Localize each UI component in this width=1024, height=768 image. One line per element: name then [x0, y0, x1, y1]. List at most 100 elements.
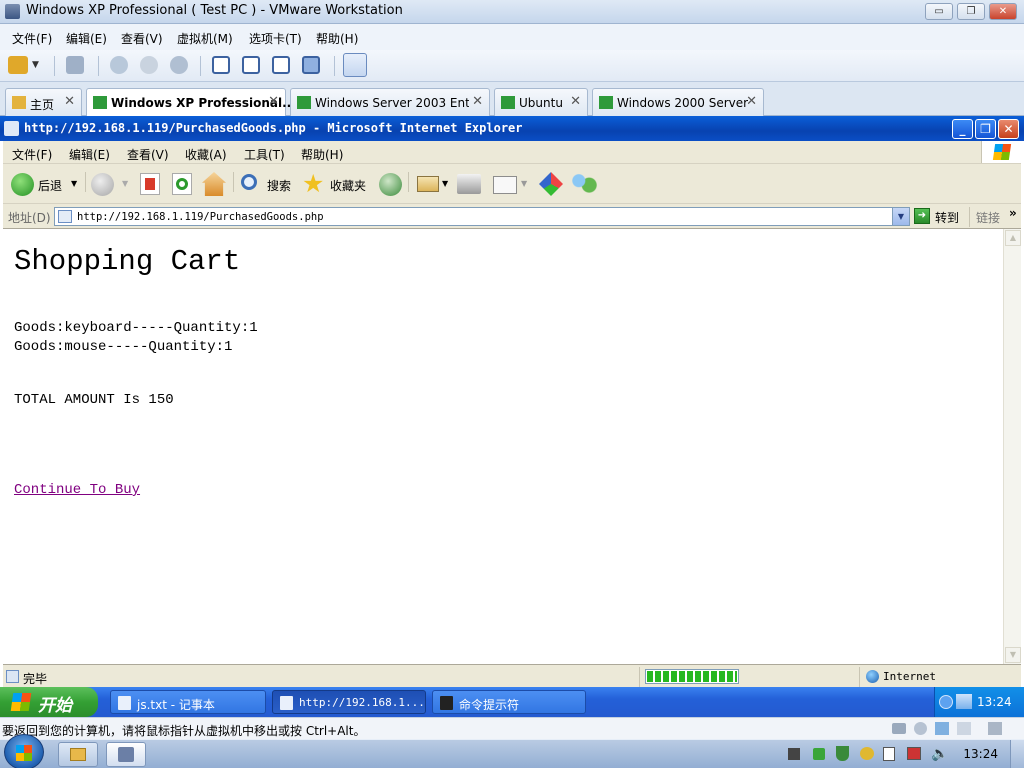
ie-menu-tools[interactable]: 工具(T) — [244, 146, 285, 163]
security-shield-icon[interactable] — [836, 746, 849, 761]
back-dropdown-icon[interactable]: ▼ — [71, 179, 77, 188]
menu-vm[interactable]: 虚拟机(M) — [177, 30, 233, 47]
vmware-title-bar: Windows XP Professional ( Test PC ) - VM… — [0, 0, 1024, 24]
tab-label: 主页 — [30, 98, 55, 112]
close-tab-icon[interactable]: ✕ — [570, 94, 581, 109]
close-tab-icon[interactable]: ✕ — [64, 94, 75, 109]
unity-icon[interactable] — [302, 56, 320, 74]
quick-switch-icon[interactable] — [242, 56, 260, 74]
messenger-icon[interactable] — [571, 173, 597, 195]
start-button[interactable]: 开始 — [0, 687, 98, 717]
ie-menu-favorites[interactable]: 收藏(A) — [185, 146, 227, 163]
update-icon[interactable] — [860, 747, 874, 760]
pause-icon[interactable] — [8, 56, 28, 74]
host-start-orb[interactable] — [4, 734, 44, 768]
continue-to-buy-link[interactable]: Continue To Buy — [14, 482, 140, 498]
mail-dropdown-icon[interactable]: ▼ — [442, 179, 448, 188]
chevron-down-icon[interactable]: ▼ — [32, 60, 39, 70]
message-log-icon[interactable] — [988, 722, 1002, 735]
search-icon[interactable] — [241, 174, 257, 190]
show-desktop-button[interactable] — [1010, 740, 1024, 768]
ie-menu-view[interactable]: 查看(V) — [127, 146, 169, 163]
ie-restore-button[interactable]: ❐ — [975, 119, 996, 139]
edit-icon[interactable] — [493, 176, 517, 194]
status-separator — [639, 667, 640, 687]
forward-dropdown-icon[interactable]: ▼ — [122, 179, 128, 188]
ie-menu-file[interactable]: 文件(F) — [12, 146, 52, 163]
task-notepad[interactable]: js.txt - 记事本 — [110, 690, 266, 714]
go-button[interactable]: 转到 — [935, 209, 959, 226]
maximize-button[interactable]: ❐ — [957, 3, 985, 20]
back-button-label[interactable]: 后退 — [38, 177, 62, 194]
stop-icon[interactable] — [140, 173, 160, 195]
forward-icon[interactable] — [91, 173, 114, 196]
network-adapter-icon[interactable] — [935, 722, 949, 735]
ie-menu-help[interactable]: 帮助(H) — [301, 146, 343, 163]
volume-icon[interactable]: 🔈 — [931, 746, 948, 762]
console-view-icon[interactable] — [343, 53, 367, 77]
menu-view[interactable]: 查看(V) — [121, 30, 163, 47]
usb-icon[interactable] — [957, 722, 971, 735]
print-icon[interactable] — [457, 174, 481, 194]
tab-windows-server-2003[interactable]: Windows Server 2003 Enterpr... ✕ — [290, 88, 490, 116]
ie-menu-edit[interactable]: 编辑(E) — [69, 146, 110, 163]
ie-close-button[interactable]: ✕ — [998, 119, 1019, 139]
tab-windows-2000[interactable]: Windows 2000 Server ✕ — [592, 88, 764, 116]
menu-edit[interactable]: 编辑(E) — [66, 30, 107, 47]
scroll-down-icon[interactable]: ▼ — [1005, 647, 1021, 663]
address-dropdown-icon[interactable]: ▼ — [892, 208, 909, 225]
app-tray-icon[interactable] — [813, 748, 825, 760]
edit-dropdown-icon[interactable]: ▼ — [521, 179, 527, 188]
vmware-taskbar-button[interactable] — [106, 742, 146, 767]
discuss-icon[interactable] — [539, 172, 563, 196]
history-icon[interactable] — [379, 173, 402, 196]
task-label: js.txt - 记事本 — [137, 698, 215, 712]
scroll-up-icon[interactable]: ▲ — [1005, 230, 1021, 246]
send-ctrl-alt-del-icon[interactable] — [66, 56, 84, 74]
address-input[interactable]: http://192.168.1.119/PurchasedGoods.php … — [54, 207, 910, 226]
toolbar-separator — [969, 207, 970, 227]
refresh-icon[interactable] — [172, 173, 192, 195]
page-status-icon — [6, 670, 19, 683]
full-screen-icon[interactable] — [272, 56, 290, 74]
network-icon[interactable] — [956, 694, 972, 709]
tray-expand-icon[interactable] — [939, 695, 953, 709]
cd-drive-icon[interactable] — [914, 722, 927, 735]
snapshot-icon[interactable] — [110, 56, 128, 74]
close-tab-icon[interactable]: ✕ — [746, 94, 757, 109]
network-status-icon[interactable] — [907, 747, 921, 760]
snapshot-manager-icon[interactable] — [170, 56, 188, 74]
task-command-prompt[interactable]: 命令提示符 — [432, 690, 586, 714]
ie-minimize-button[interactable]: _ — [952, 119, 973, 139]
back-icon[interactable] — [11, 173, 34, 196]
hard-disk-icon[interactable] — [892, 723, 906, 734]
favorites-icon[interactable]: ★ — [302, 169, 324, 199]
windows-flag-icon — [10, 693, 32, 711]
vmware-toolbar: ▼ — [0, 50, 1024, 82]
links-button[interactable]: 链接 — [976, 209, 1000, 226]
menu-file[interactable]: 文件(F) — [12, 30, 52, 47]
media-icon[interactable] — [788, 748, 800, 760]
menu-tabs[interactable]: 选项卡(T) — [249, 30, 302, 47]
favorites-button-label[interactable]: 收藏夹 — [330, 177, 366, 194]
tab-windows-xp[interactable]: Windows XP Professional... ✕ — [86, 88, 296, 117]
search-button-label[interactable]: 搜索 — [267, 177, 291, 194]
show-sidebar-icon[interactable] — [212, 56, 230, 74]
close-button[interactable]: ✕ — [989, 3, 1017, 20]
chevron-right-icon[interactable]: » — [1009, 206, 1017, 220]
close-tab-icon[interactable]: ✕ — [268, 94, 279, 109]
mail-icon[interactable] — [417, 176, 439, 192]
minimize-button[interactable]: ▭ — [925, 3, 953, 20]
tab-ubuntu[interactable]: Ubuntu ✕ — [494, 88, 588, 116]
menu-help[interactable]: 帮助(H) — [316, 30, 358, 47]
vertical-scrollbar[interactable]: ▲ ▼ — [1003, 229, 1021, 664]
address-value[interactable]: http://192.168.1.119/PurchasedGoods.php — [77, 211, 324, 223]
revert-snapshot-icon[interactable] — [140, 56, 158, 74]
close-tab-icon[interactable]: ✕ — [472, 94, 483, 109]
go-arrow-icon[interactable]: ➜ — [914, 208, 930, 224]
task-internet-explorer[interactable]: http://192.168.1... — [272, 690, 426, 714]
device-icon[interactable] — [883, 747, 895, 761]
home-icon[interactable] — [202, 172, 226, 196]
tab-home[interactable]: 主页 ✕ — [5, 88, 82, 116]
explorer-taskbar-button[interactable] — [58, 742, 98, 767]
